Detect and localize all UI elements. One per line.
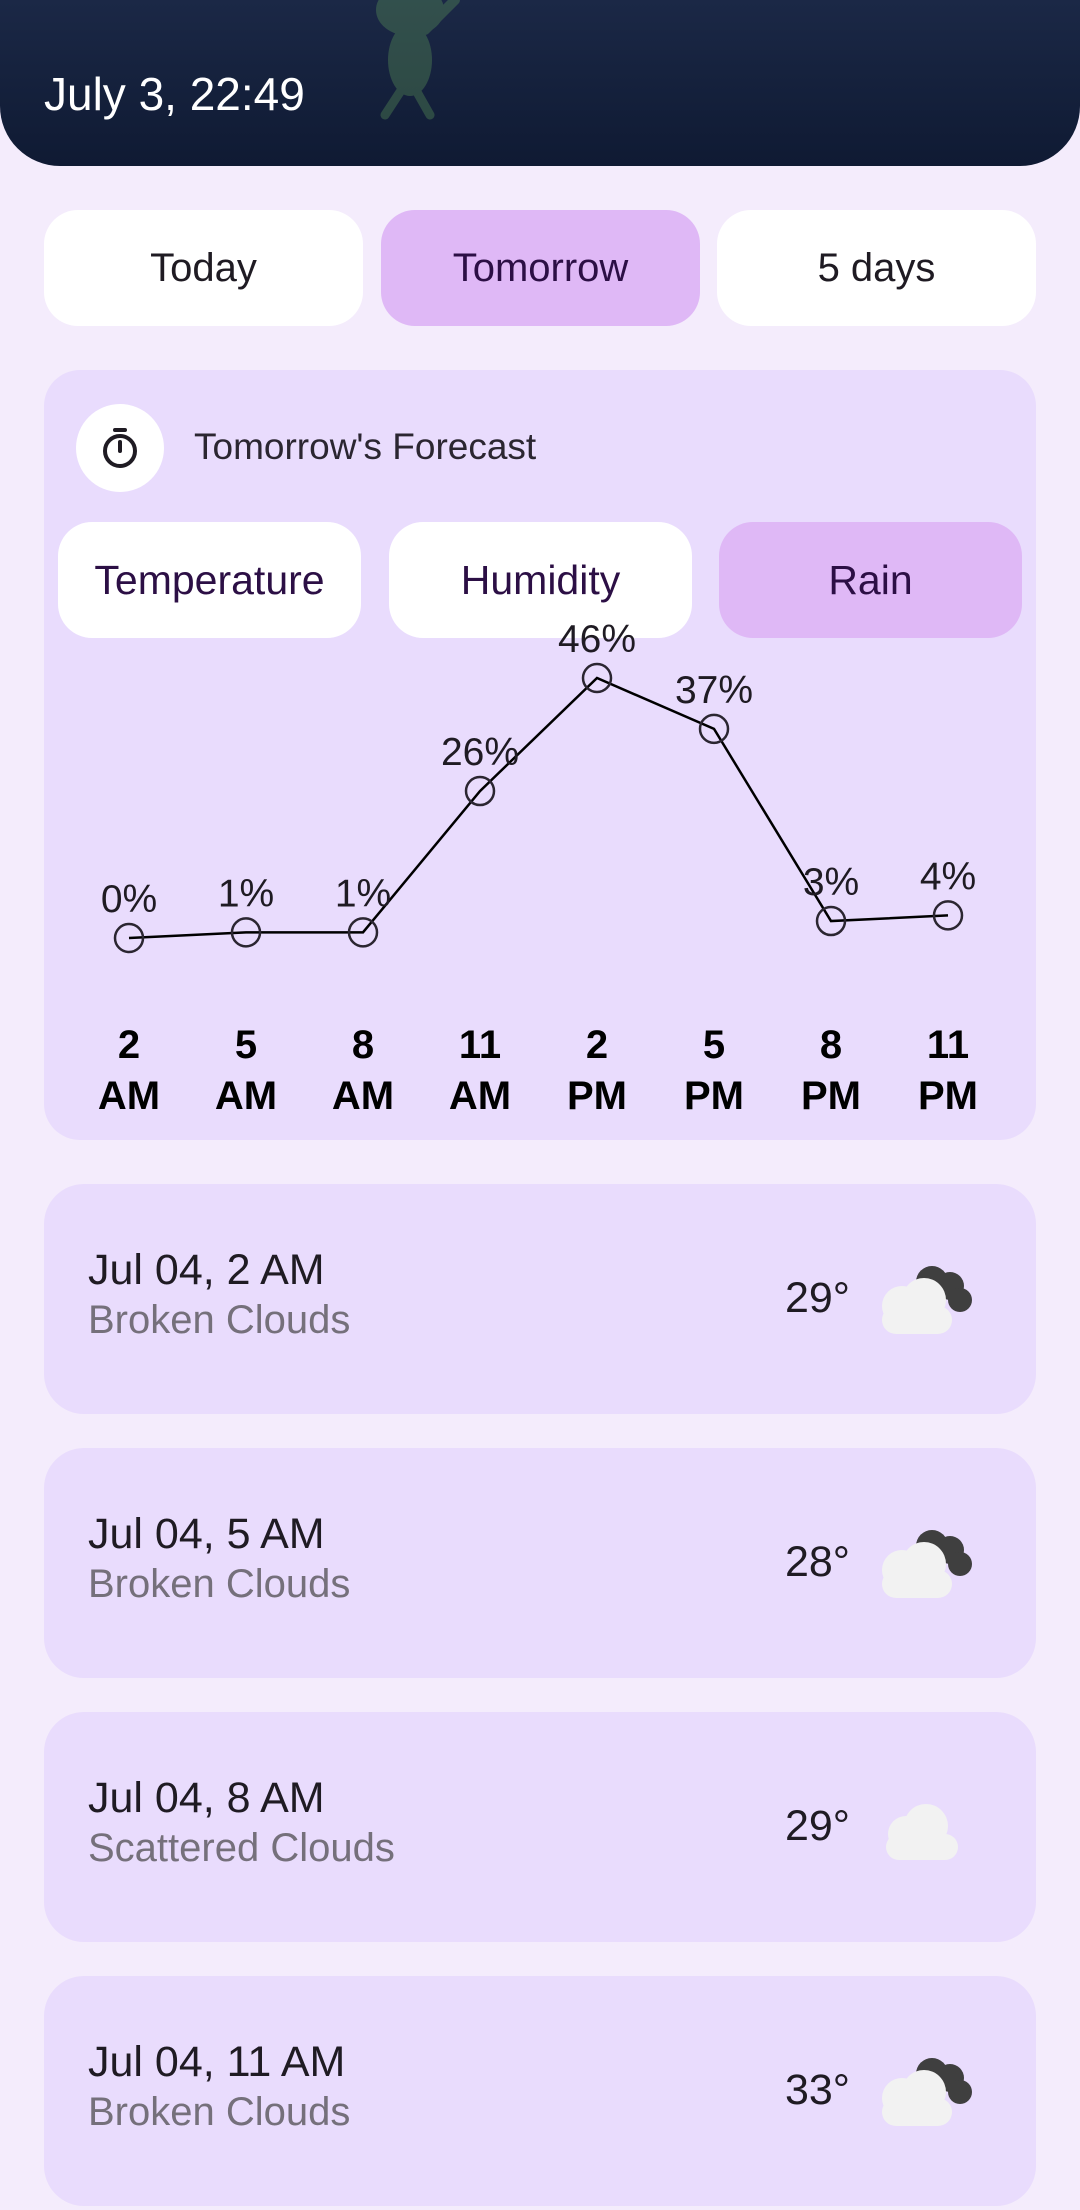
chart-x-tick-label: 8 <box>352 1023 374 1067</box>
hourly-time: Jul 04, 8 AM <box>88 1774 325 1822</box>
broken-clouds-icon <box>882 2058 972 2126</box>
hourly-item[interactable]: Jul 04, 11 AM Broken Clouds 33° <box>44 1976 1036 2206</box>
chart-x-tick-label: AM <box>98 1074 160 1118</box>
chart-x-tick-label: PM <box>684 1074 744 1118</box>
hourly-item[interactable]: Jul 04, 5 AM Broken Clouds 28° <box>44 1448 1036 1678</box>
chart-x-tick-label: 2 <box>118 1023 140 1067</box>
broken-clouds-icon <box>882 1266 972 1334</box>
chart-x-tick-label: 11 <box>927 1023 969 1067</box>
chart-x-tick-label: AM <box>332 1074 394 1118</box>
hourly-condition: Broken Clouds <box>88 2090 351 2134</box>
hourly-temp: 29° <box>784 1274 850 1322</box>
current-datetime: July 3, 22:49 <box>44 68 305 120</box>
hourly-temp: 29° <box>784 1802 850 1850</box>
chart-x-tick-label: PM <box>567 1074 627 1118</box>
hourly-temp: 28° <box>784 1538 850 1586</box>
chart-x-tick-label: PM <box>801 1074 861 1118</box>
chart-x-tick-label: PM <box>918 1074 978 1118</box>
hourly-time: Jul 04, 11 AM <box>88 2038 346 2086</box>
header: July 3, 22:49 <box>0 0 1080 166</box>
hourly-time: Jul 04, 5 AM <box>88 1510 325 1558</box>
hourly-condition: Broken Clouds <box>88 1562 351 1606</box>
chart-x-tick-label: 5 <box>235 1023 257 1067</box>
chart-data-label: 3% <box>803 861 859 904</box>
chart-data-label: 1% <box>218 872 274 915</box>
chart-data-label: 1% <box>335 872 391 915</box>
chart-x-tick-label: 11 <box>459 1023 501 1067</box>
broken-clouds-icon <box>882 1530 972 1598</box>
chart-data-label: 0% <box>101 878 157 921</box>
hourly-item[interactable]: Jul 04, 8 AM Scattered Clouds 29° <box>44 1712 1036 1942</box>
chart-x-tick-label: 2 <box>586 1023 608 1067</box>
chart-data-label: 26% <box>441 731 519 774</box>
tab-tomorrow[interactable]: Tomorrow <box>381 210 700 326</box>
tab-today[interactable]: Today <box>44 210 363 326</box>
rain-chart: 0% 2 AM 1% 5 AM 1% 8 AM 26% 11 AM 46% 2 PM 37% 5 PM 3% 8 PM 4… <box>98 618 978 1118</box>
hourly-item[interactable]: Jul 04, 2 AM Broken Clouds 29° <box>44 1184 1036 1414</box>
chart-x-tick-label: AM <box>215 1074 277 1118</box>
chart-x-tick-label: 8 <box>820 1023 842 1067</box>
hourly-condition: Scattered Clouds <box>88 1826 395 1870</box>
scattered-clouds-icon <box>886 1804 958 1860</box>
hourly-temp: 33° <box>784 2066 850 2114</box>
hourly-condition: Broken Clouds <box>88 1298 351 1342</box>
frog-illustration-icon <box>376 0 460 120</box>
chart-x-tick-label: AM <box>449 1074 511 1118</box>
tab-5-days[interactable]: 5 days <box>717 210 1036 326</box>
forecast-card: Tomorrow's Forecast Temperature Humidity… <box>44 370 1036 1140</box>
chart-x-tick-label: 5 <box>703 1023 725 1067</box>
chart-data-label: 46% <box>558 618 636 661</box>
day-tabs: Today Tomorrow 5 days <box>44 210 1036 326</box>
chart-data-label: 37% <box>675 669 753 712</box>
hourly-time: Jul 04, 2 AM <box>88 1246 325 1294</box>
chart-data-label: 4% <box>920 855 976 898</box>
